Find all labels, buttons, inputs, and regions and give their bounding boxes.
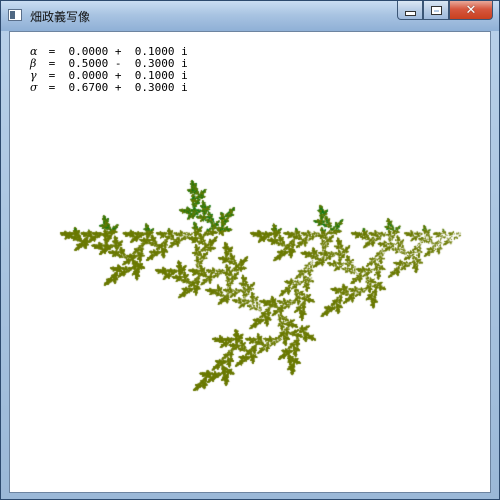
parameter-list: α = 0.0000 + 0.1000 i β = 0.5000 - 0.300… [30,46,188,94]
close-icon: ✕ [466,3,477,18]
canvas-area[interactable]: α = 0.0000 + 0.1000 i β = 0.5000 - 0.300… [9,31,491,493]
caption-buttons: ✕ [397,1,493,21]
app-window-icon[interactable] [8,9,22,21]
fractal-canvas[interactable] [10,32,490,492]
close-button[interactable]: ✕ [449,1,493,20]
app-window: 畑政義写像 ✕ α = 0.0000 + 0.1000 i β = 0.5000… [0,0,500,500]
title-bar[interactable]: 畑政義写像 ✕ [1,1,499,31]
window-title: 畑政義写像 [30,8,90,25]
minimize-button[interactable] [397,1,423,20]
param-sigma: σ = 0.6700 + 0.3000 i [30,82,188,94]
maximize-button[interactable] [423,1,449,20]
minimize-icon [405,11,416,16]
maximize-icon [432,7,441,14]
